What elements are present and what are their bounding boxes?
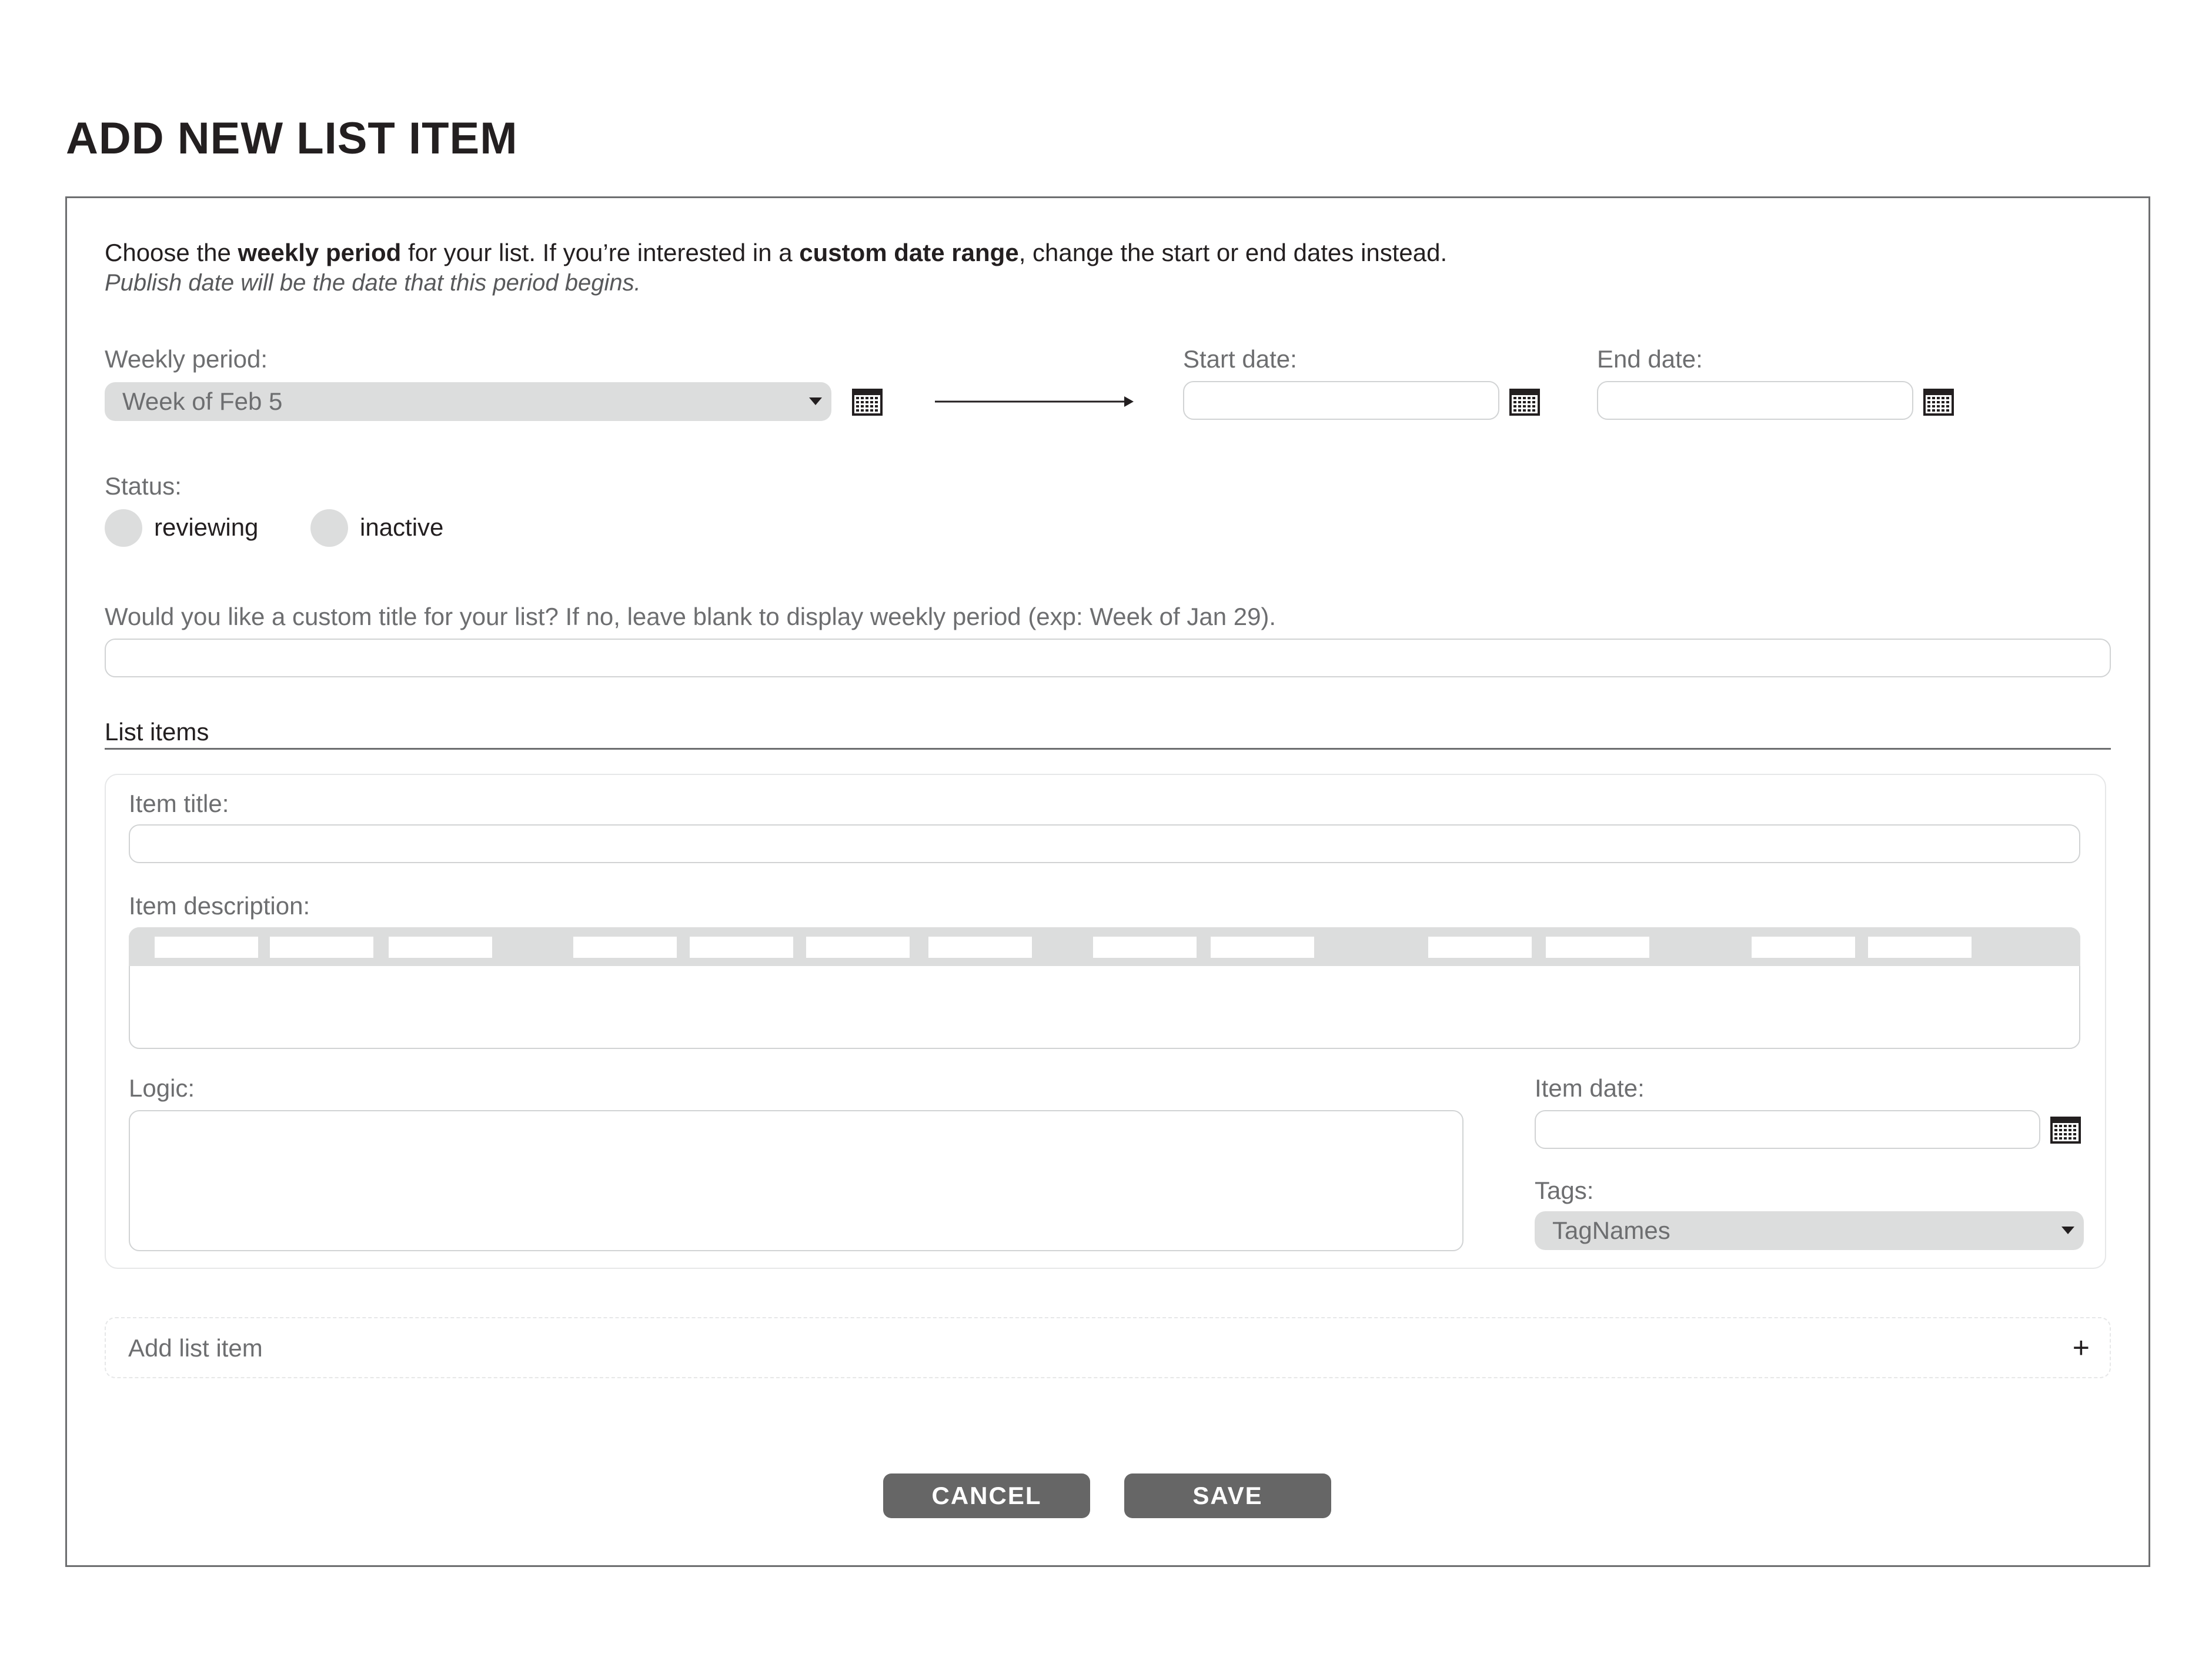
calendar-icon[interactable]	[2050, 1116, 2081, 1144]
plus-icon[interactable]: +	[2073, 1330, 2090, 1365]
tags-value: TagNames	[1552, 1217, 1670, 1244]
item-title-input[interactable]	[129, 824, 2080, 863]
list-items-heading: List items	[105, 718, 209, 746]
calendar-icon[interactable]	[1923, 388, 1954, 416]
list-items-divider	[105, 748, 2111, 750]
start-date-input[interactable]	[1183, 381, 1499, 420]
toolbar-button[interactable]	[1211, 937, 1314, 958]
toolbar-button[interactable]	[806, 937, 910, 958]
toolbar-button[interactable]	[1428, 937, 1532, 958]
end-date-label: End date:	[1597, 345, 1703, 373]
status-label: Status:	[105, 472, 182, 500]
calendar-icon[interactable]	[1509, 388, 1541, 416]
tags-label: Tags:	[1535, 1177, 1594, 1204]
toolbar-button[interactable]	[1093, 937, 1197, 958]
status-option-inactive-label: inactive	[360, 513, 444, 541]
logic-textarea[interactable]	[129, 1110, 1463, 1251]
chevron-down-icon	[2061, 1227, 2074, 1234]
intro-bold-custom-range: custom date range	[799, 239, 1019, 266]
toolbar-button[interactable]	[573, 937, 677, 958]
toolbar-button[interactable]	[928, 937, 1032, 958]
custom-title-input[interactable]	[105, 639, 2111, 677]
add-list-item-row[interactable]: Add list item +	[105, 1317, 2111, 1378]
rich-text-toolbar	[129, 927, 2080, 966]
item-description-label: Item description:	[129, 892, 310, 920]
weekly-period-select[interactable]: Week of Feb 5	[105, 382, 831, 421]
arrow-right-icon	[935, 396, 1134, 407]
intro-note: Publish date will be the date that this …	[105, 270, 641, 296]
page-title: ADD NEW LIST ITEM	[66, 113, 518, 163]
toolbar-button[interactable]	[1752, 937, 1855, 958]
start-date-label: Start date:	[1183, 345, 1297, 373]
toolbar-button[interactable]	[155, 937, 258, 958]
status-radio-reviewing[interactable]	[105, 509, 142, 547]
calendar-icon[interactable]	[851, 388, 883, 416]
status-option-reviewing-label: reviewing	[154, 513, 259, 541]
end-date-input[interactable]	[1597, 381, 1913, 420]
item-title-label: Item title:	[129, 790, 229, 817]
toolbar-button[interactable]	[1546, 937, 1649, 958]
save-button[interactable]: SAVE	[1124, 1473, 1331, 1518]
toolbar-button[interactable]	[1868, 937, 1972, 958]
toolbar-button[interactable]	[270, 937, 373, 958]
tags-select[interactable]: TagNames	[1535, 1211, 2084, 1250]
add-list-item-label: Add list item	[128, 1334, 263, 1362]
intro-bold-weekly-period: weekly period	[238, 239, 402, 266]
status-radio-inactive[interactable]	[310, 509, 348, 547]
weekly-period-value: Week of Feb 5	[122, 387, 283, 415]
item-date-input[interactable]	[1535, 1110, 2040, 1149]
toolbar-button[interactable]	[690, 937, 793, 958]
custom-title-label: Would you like a custom title for your l…	[105, 603, 1277, 630]
item-date-label: Item date:	[1535, 1074, 1645, 1102]
chevron-down-icon	[809, 397, 822, 405]
logic-label: Logic:	[129, 1074, 195, 1102]
cancel-button[interactable]: CANCEL	[883, 1473, 1090, 1518]
weekly-period-label: Weekly period:	[105, 345, 268, 373]
toolbar-button[interactable]	[389, 937, 492, 958]
intro-text: Choose the weekly period for your list. …	[105, 239, 1448, 266]
